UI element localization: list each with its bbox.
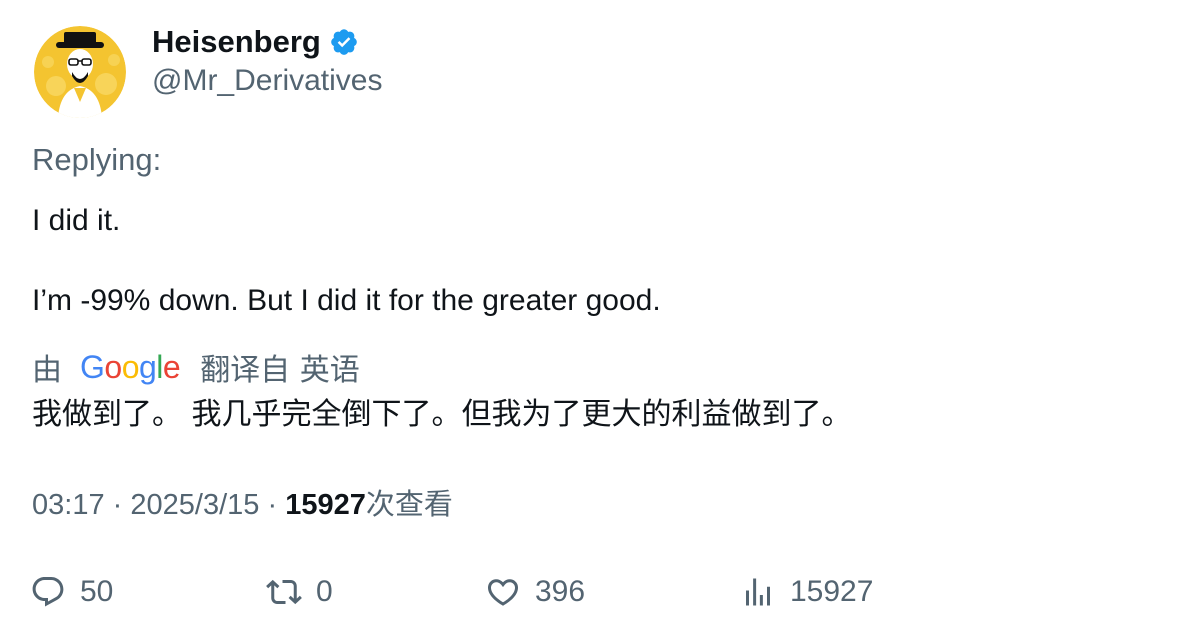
tweet-text-line-1: I did it. xyxy=(32,204,121,237)
author-display-name[interactable]: Heisenberg xyxy=(152,24,321,60)
tweet-text-line-2: I’m -99% down. But I did it for the grea… xyxy=(32,284,661,317)
meta-separator: · xyxy=(112,489,123,521)
reply-button[interactable]: 50 xyxy=(30,572,113,612)
tweet-meta: 03:17 · 2025/3/15 · 15927次查看 xyxy=(32,486,453,523)
retweet-button[interactable]: 0 xyxy=(266,572,333,612)
translation-by-label: 由 xyxy=(32,353,62,388)
author-handle[interactable]: @Mr_Derivatives xyxy=(152,64,383,98)
reply-icon xyxy=(32,577,64,607)
views-action-count: 15927 xyxy=(790,575,874,608)
google-logo: Google xyxy=(80,348,181,385)
translated-text: 我做到了。 我几乎完全倒下了。但我为了更大的利益做到了。 xyxy=(32,397,852,432)
analytics-icon xyxy=(746,578,770,606)
meta-separator: · xyxy=(267,489,278,521)
avatar[interactable] xyxy=(34,26,126,118)
heart-icon xyxy=(487,579,519,606)
heisenberg-avatar-icon xyxy=(34,26,126,118)
tweet-date[interactable]: 2025/3/15 xyxy=(130,489,259,521)
like-button[interactable]: 396 xyxy=(485,572,585,612)
views-count: 15927 xyxy=(285,489,366,521)
translation-from-label: 翻译自 英语 xyxy=(200,353,360,388)
retweet-icon xyxy=(266,579,302,605)
translation-attribution[interactable]: 由 Google 翻译自 英语 xyxy=(32,348,360,389)
author-name-row[interactable]: Heisenberg xyxy=(152,24,359,60)
views-button[interactable]: 15927 xyxy=(740,572,873,612)
like-count: 396 xyxy=(535,575,586,608)
retweet-count: 0 xyxy=(316,575,333,608)
tweet-time[interactable]: 03:17 xyxy=(32,489,105,521)
views-label: 次查看 xyxy=(365,487,453,521)
verified-badge-icon xyxy=(331,29,357,55)
replying-label: Replying: xyxy=(32,142,162,177)
reply-count: 50 xyxy=(80,575,114,608)
